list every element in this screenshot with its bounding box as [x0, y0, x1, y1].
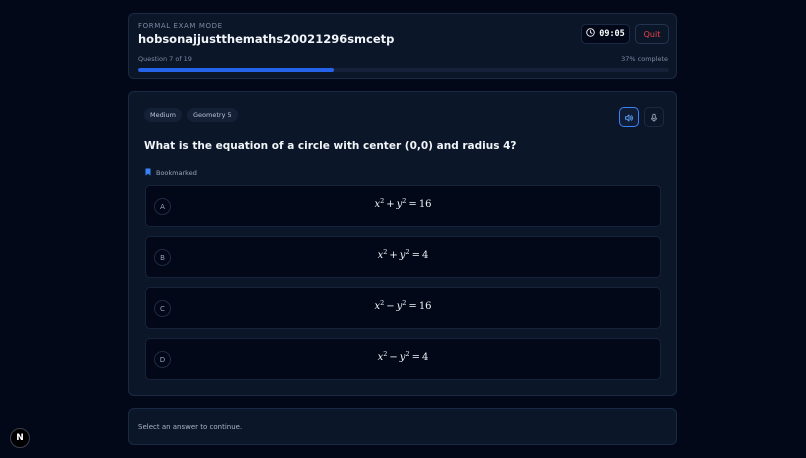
- microphone-icon: [649, 108, 659, 127]
- bookmark-toggle[interactable]: Bookmarked: [145, 168, 197, 178]
- option-equation: x2− y2 = 4: [377, 350, 429, 363]
- question-progress-label: Question 7 of 19: [138, 55, 192, 63]
- option-equation: x2− y2 = 16: [374, 299, 432, 312]
- n-logo-button[interactable]: N: [10, 428, 30, 448]
- option-equation: x2 + y2 = 16: [374, 197, 432, 210]
- clock-icon: [586, 28, 595, 40]
- answer-option-b[interactable]: B x2 + y2 = 4: [145, 236, 661, 278]
- read-aloud-button[interactable]: [619, 107, 639, 127]
- topic-tag: Geometry 5: [187, 108, 238, 122]
- quit-button[interactable]: Quit: [635, 24, 669, 44]
- exam-mode-label: FORMAL EXAM MODE: [138, 22, 223, 30]
- percent-complete-label: 37% complete: [621, 55, 668, 63]
- progress-bar: [138, 68, 669, 72]
- answer-option-d[interactable]: D x2− y2 = 4: [145, 338, 661, 380]
- question-card: Medium Geometry 5 What is the equation o…: [128, 91, 677, 396]
- option-equation: x2 + y2 = 4: [377, 248, 429, 261]
- question-text: What is the equation of a circle with ce…: [144, 140, 517, 152]
- answer-option-c[interactable]: C x2− y2 = 16: [145, 287, 661, 329]
- answer-option-a[interactable]: A x2 + y2 = 16: [145, 185, 661, 227]
- footer-status: Select an answer to continue.: [128, 408, 677, 445]
- progress-bar-fill: [138, 68, 335, 72]
- footer-hint: Select an answer to continue.: [138, 423, 243, 431]
- difficulty-tag: Medium: [144, 108, 182, 122]
- voice-input-button[interactable]: [644, 107, 664, 127]
- timer-value: 09:05: [599, 29, 625, 39]
- speaker-icon: [624, 108, 634, 127]
- bookmark-icon: [145, 168, 151, 178]
- exam-title: hobsonajjustthemaths20021296smcetp: [138, 32, 395, 46]
- question-tags: Medium Geometry 5: [144, 108, 238, 122]
- exam-header: FORMAL EXAM MODE hobsonajjustthemaths200…: [128, 13, 677, 79]
- bookmark-label: Bookmarked: [156, 169, 197, 177]
- timer: 09:05: [581, 24, 630, 44]
